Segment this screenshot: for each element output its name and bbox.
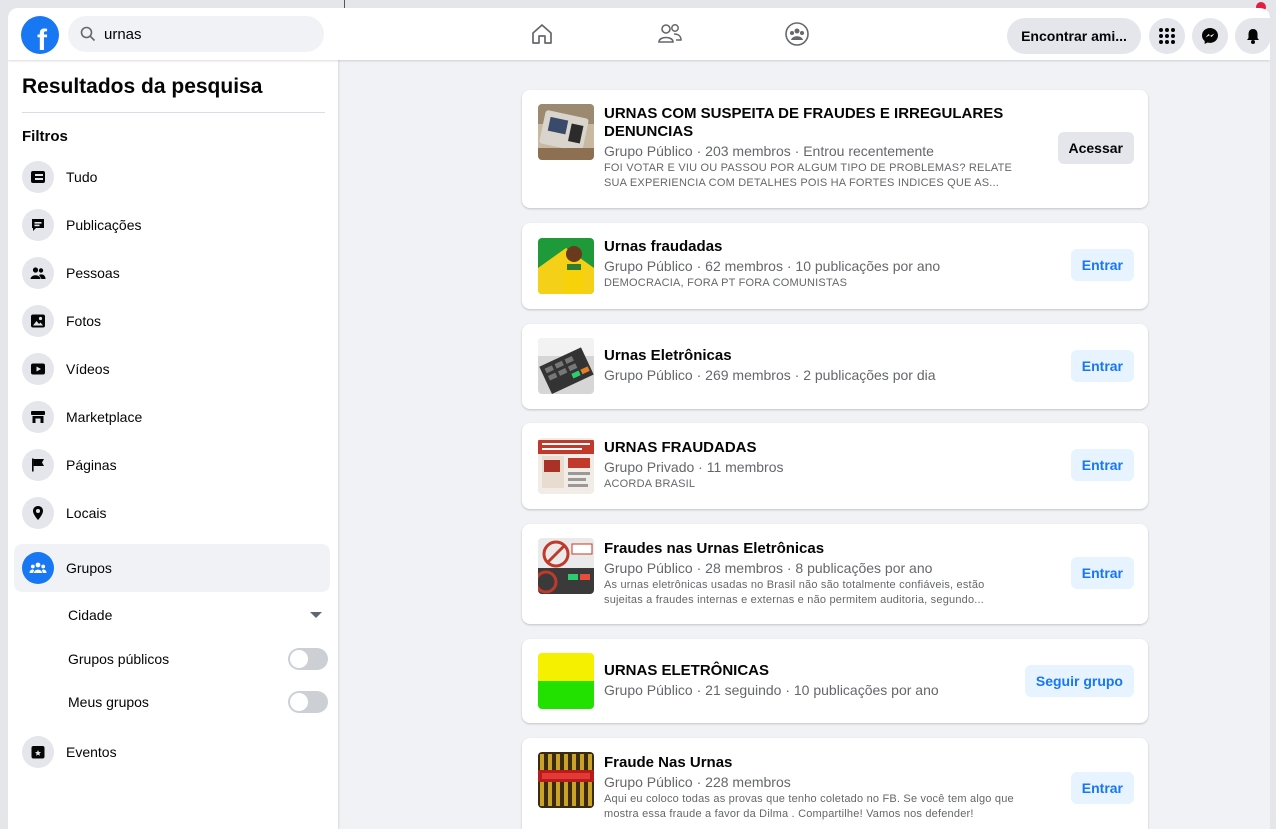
filter-marketplace[interactable]: Marketplace	[14, 393, 330, 441]
filter-label: Marketplace	[66, 409, 143, 425]
group-thumbnail[interactable]	[538, 653, 594, 709]
video-icon	[22, 353, 54, 385]
group-title[interactable]: URNAS ELETRÔNICAS	[604, 662, 1044, 680]
facebook-logo[interactable]: f	[21, 16, 59, 54]
people-icon	[22, 257, 54, 289]
group-description: sujeitas a fraudes internas e externas e…	[604, 594, 985, 606]
page-title: Resultados da pesquisa	[22, 75, 263, 98]
public-groups-filter[interactable]: Grupos públicos	[68, 641, 328, 677]
filter-all[interactable]: Tudo	[14, 153, 330, 201]
group-title[interactable]: URNAS COM SUSPEITA DE FRAUDES E IRREGULA…	[604, 105, 1044, 141]
group-description: ACORDA BRASIL	[604, 478, 696, 490]
filter-label: Vídeos	[66, 361, 110, 377]
photos-icon	[22, 305, 54, 337]
caret-down-icon	[310, 612, 322, 618]
city-filter-dropdown[interactable]: Cidade	[68, 597, 328, 633]
search-icon	[80, 26, 96, 42]
filter-places[interactable]: Locais	[14, 489, 330, 537]
filters-heading: Filtros	[22, 128, 68, 145]
group-description: DEMOCRACIA, FORA PT FORA COMUNISTAS	[604, 277, 848, 289]
filter-groups[interactable]: Grupos	[14, 544, 330, 592]
group-title[interactable]: Fraude Nas Urnas	[604, 754, 1044, 772]
city-filter-label: Cidade	[68, 607, 113, 623]
group-thumbnail[interactable]	[538, 104, 594, 160]
filter-label: Fotos	[66, 313, 102, 329]
group-description: SUA EXPERIENCIA COM DETALHES POIS HA FOR…	[604, 177, 1000, 189]
notifications-icon[interactable]	[1235, 18, 1270, 54]
filter-label: Pessoas	[66, 265, 120, 281]
filter-label: Grupos	[66, 560, 112, 576]
top-navigation-bar: f Encontrar ami...	[8, 8, 1270, 60]
filter-label: Publicações	[66, 217, 142, 233]
group-meta: Grupo Público · 203 membros · Entrou rec…	[604, 143, 934, 159]
group-result-card[interactable]: URNAS ELETRÔNICAS Grupo Público · 21 seg…	[522, 639, 1148, 723]
search-box[interactable]	[68, 16, 324, 52]
group-meta: Grupo Público · 21 seguindo · 10 publica…	[604, 682, 939, 698]
group-result-card[interactable]: URNAS COM SUSPEITA DE FRAUDES E IRREGULA…	[522, 90, 1148, 208]
group-meta: Grupo Privado · 11 membros	[604, 459, 784, 475]
filter-pages[interactable]: Páginas	[14, 441, 330, 489]
group-thumbnail[interactable]	[538, 752, 594, 808]
menu-grid-icon[interactable]	[1149, 18, 1185, 54]
group-title[interactable]: URNAS FRAUDADAS	[604, 439, 1044, 457]
search-input[interactable]	[102, 24, 306, 44]
group-thumbnail[interactable]	[538, 438, 594, 494]
group-result-card[interactable]: Urnas Eletrônicas Grupo Público · 269 me…	[522, 324, 1148, 409]
filter-people[interactable]: Pessoas	[14, 249, 330, 297]
join-group-button[interactable]: Entrar	[1070, 350, 1134, 382]
group-meta: Grupo Público · 62 membros · 10 publicaç…	[604, 258, 941, 274]
filter-posts[interactable]: Publicações	[14, 201, 330, 249]
search-filters-sidebar: Resultados da pesquisa Filtros Tudo Publ…	[8, 60, 338, 829]
group-description: As urnas eletrônicas usadas no Brasil nã…	[604, 579, 985, 591]
my-groups-label: Meus grupos	[68, 694, 149, 710]
filter-label: Eventos	[66, 744, 117, 760]
marketplace-icon	[22, 401, 54, 433]
access-group-button[interactable]: Acessar	[1057, 132, 1134, 164]
home-icon[interactable]	[528, 20, 556, 48]
group-description: mostra essa fraude a favor da Dilma . Co…	[604, 808, 974, 820]
group-result-card[interactable]: Urnas fraudadas Grupo Público · 62 membr…	[522, 223, 1148, 309]
group-thumbnail[interactable]	[538, 338, 594, 394]
join-group-button[interactable]: Entrar	[1070, 449, 1134, 481]
group-description: FOI VOTAR E VIU OU PASSOU POR ALGUM TIPO…	[604, 162, 1013, 174]
groups-nav-icon[interactable]	[783, 20, 811, 48]
group-meta: Grupo Público · 228 membros	[604, 774, 791, 790]
messenger-icon[interactable]	[1192, 18, 1228, 54]
group-meta: Grupo Público · 28 membros · 8 publicaçõ…	[604, 560, 933, 576]
join-group-button[interactable]: Entrar	[1070, 557, 1134, 589]
posts-icon	[22, 209, 54, 241]
sidebar-divider	[22, 112, 325, 113]
filter-videos[interactable]: Vídeos	[14, 345, 330, 393]
join-group-button[interactable]: Entrar	[1070, 249, 1134, 281]
filter-photos[interactable]: Fotos	[14, 297, 330, 345]
group-title[interactable]: Urnas fraudadas	[604, 238, 1044, 256]
public-groups-toggle[interactable]	[288, 648, 328, 670]
group-thumbnail[interactable]	[538, 538, 594, 594]
join-group-button[interactable]: Entrar	[1070, 772, 1134, 804]
calendar-icon	[22, 736, 54, 768]
my-groups-filter[interactable]: Meus grupos	[68, 684, 328, 720]
public-groups-label: Grupos públicos	[68, 651, 170, 667]
group-result-card[interactable]: URNAS FRAUDADAS Grupo Privado · 11 membr…	[522, 423, 1148, 509]
group-title[interactable]: Fraudes nas Urnas Eletrônicas	[604, 540, 1044, 558]
follow-group-button[interactable]: Seguir grupo	[1024, 665, 1134, 697]
flag-icon	[22, 449, 54, 481]
group-description: Aqui eu coloco todas as provas que tenho…	[604, 793, 1014, 805]
filter-label: Tudo	[66, 169, 98, 185]
browser-window: f Encontrar ami... Resultad	[8, 8, 1270, 829]
group-meta: Grupo Público · 269 membros · 2 publicaç…	[604, 367, 936, 383]
filter-label: Páginas	[66, 457, 117, 473]
group-result-card[interactable]: Fraudes nas Urnas Eletrônicas Grupo Públ…	[522, 524, 1148, 624]
feed-icon	[22, 161, 54, 193]
groups-icon	[22, 552, 54, 584]
find-friends-button[interactable]: Encontrar ami...	[1007, 18, 1141, 54]
friends-icon[interactable]	[656, 20, 684, 48]
filter-events[interactable]: Eventos	[14, 728, 330, 776]
group-thumbnail[interactable]	[538, 238, 594, 294]
my-groups-toggle[interactable]	[288, 691, 328, 713]
location-icon	[22, 497, 54, 529]
group-result-card[interactable]: Fraude Nas Urnas Grupo Público · 228 mem…	[522, 738, 1148, 829]
group-title[interactable]: Urnas Eletrônicas	[604, 347, 1044, 365]
filter-label: Locais	[66, 505, 107, 521]
